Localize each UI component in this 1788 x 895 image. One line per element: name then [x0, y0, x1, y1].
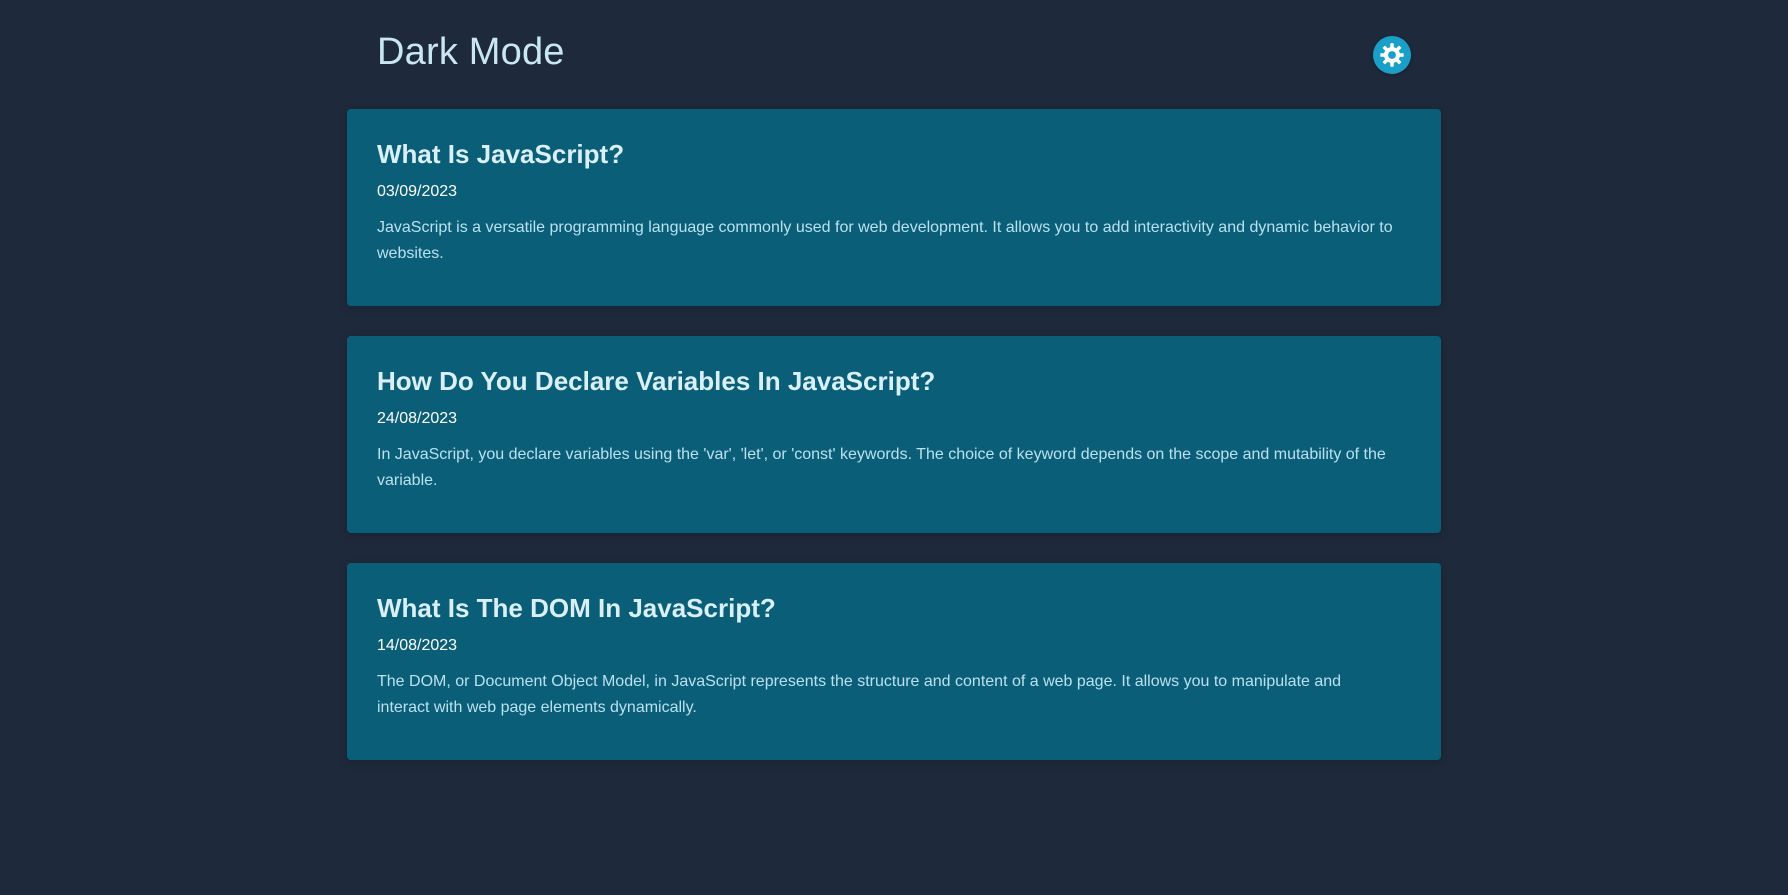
theme-toggle-button[interactable] [1373, 36, 1411, 74]
post-body: In JavaScript, you declare variables usi… [377, 446, 1386, 490]
post-date: 14/08/2023 [377, 637, 458, 655]
post-card: What Is The DOM In JavaScript? 14/08/202… [347, 563, 1441, 760]
post-title: What Is The DOM In JavaScript? [377, 593, 776, 623]
post-date: 24/08/2023 [377, 410, 458, 428]
post-body: JavaScript is a versatile programming la… [377, 219, 1393, 263]
post-body: The DOM, or Document Object Model, in Ja… [377, 673, 1342, 717]
posts-list: What Is JavaScript? 03/09/2023 JavaScrip… [347, 109, 1441, 790]
page-title: Dark Mode [377, 31, 565, 73]
post-date: 03/09/2023 [377, 183, 458, 201]
post-title: What Is JavaScript? [377, 139, 625, 169]
post-card: What Is JavaScript? 03/09/2023 JavaScrip… [347, 109, 1441, 306]
page: Dark Mode What Is JavaScript? 03/09/2023… [0, 0, 1788, 895]
post-title: How Do You Declare Variables In JavaScri… [377, 366, 936, 396]
gear-icon [1379, 42, 1405, 68]
post-card: How Do You Declare Variables In JavaScri… [347, 336, 1441, 533]
header: Dark Mode [347, 22, 1441, 86]
